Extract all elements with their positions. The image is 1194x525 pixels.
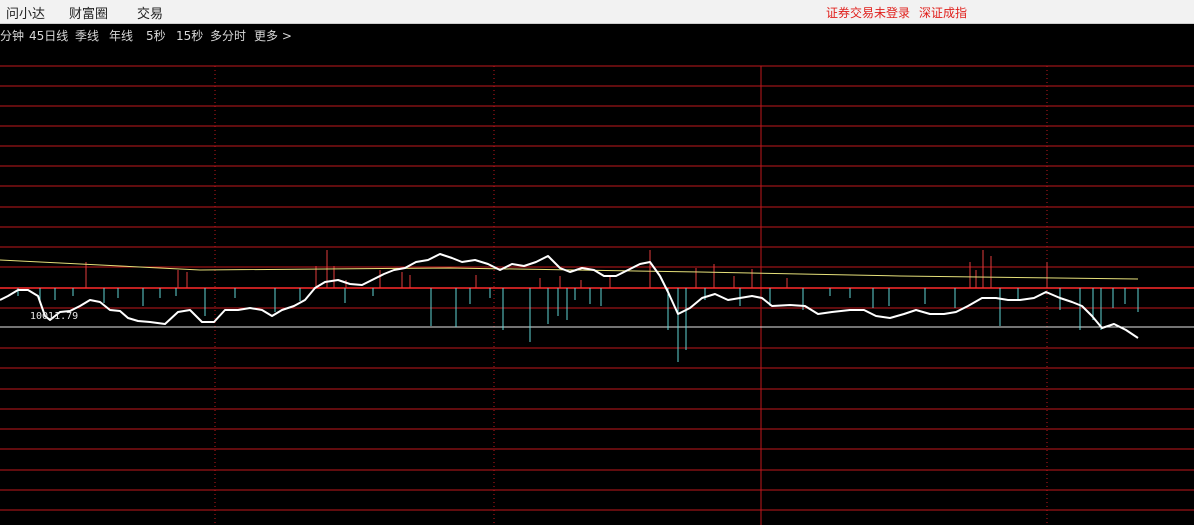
period-5s[interactable]: 5秒: [146, 27, 166, 44]
menu-caifuquan[interactable]: 财富圈: [69, 3, 108, 22]
period-15s[interactable]: 15秒: [176, 27, 203, 44]
top-menubar: 问小达 财富圈 交易 证券交易未登录 深证成指: [0, 0, 1194, 24]
price-label: 10011.79: [30, 311, 79, 322]
period-more-button[interactable]: 更多 >: [254, 27, 292, 44]
index-name-link[interactable]: 深证成指: [919, 4, 967, 21]
period-45day[interactable]: 45日线: [29, 27, 68, 44]
period-quarter[interactable]: 季线: [75, 27, 99, 44]
average-price-line: [0, 259, 1139, 280]
intraday-chart[interactable]: [0, 44, 1194, 525]
menu-wenxiaoda[interactable]: 问小达: [6, 3, 45, 22]
login-status-link[interactable]: 证券交易未登录: [826, 4, 910, 21]
period-multi-intraday[interactable]: 多分时: [210, 27, 246, 44]
period-year[interactable]: 年线: [109, 27, 133, 44]
menu-trade[interactable]: 交易: [137, 3, 163, 22]
period-toolbar: 分钟 45日线 季线 年线 5秒 15秒 多分时 更多 >: [0, 24, 1194, 44]
period-minute[interactable]: 分钟: [0, 27, 24, 44]
